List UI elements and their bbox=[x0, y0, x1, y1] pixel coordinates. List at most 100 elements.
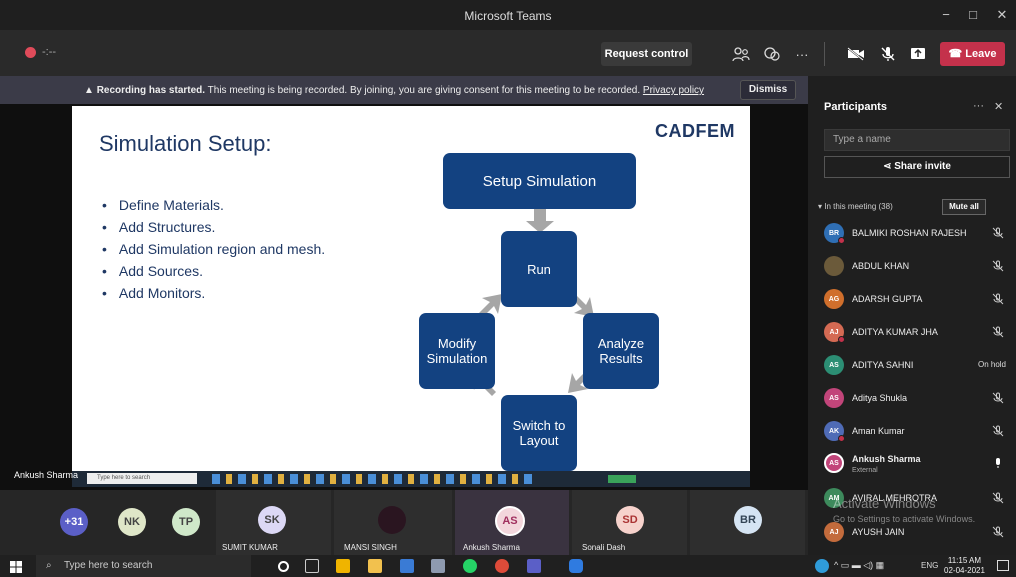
panel-close-button[interactable]: ✕ bbox=[994, 100, 1003, 113]
participant-tile[interactable]: BR bbox=[690, 490, 805, 555]
presentation-slide: Simulation Setup: CADFEM Define Material… bbox=[72, 106, 750, 471]
panel-more-button[interactable]: ··· bbox=[973, 100, 984, 112]
app-icon[interactable] bbox=[400, 559, 414, 573]
teams-icon[interactable] bbox=[527, 559, 541, 573]
participant-name: AYUSH JAIN bbox=[852, 527, 905, 537]
mic-off-icon[interactable] bbox=[876, 42, 900, 66]
participant-row[interactable]: AS ADITYA SAHNI On hold bbox=[824, 355, 1014, 377]
warning-icon: ▲ bbox=[84, 85, 94, 96]
participant-name: ADITYA KUMAR JHA bbox=[852, 327, 938, 337]
participant-row[interactable]: AJ ADITYA KUMAR JHA bbox=[824, 322, 1014, 344]
participant-name: ABDUL KHAN bbox=[852, 261, 910, 271]
avatar: AS bbox=[824, 355, 844, 375]
participant-row[interactable]: AK Aman Kumar bbox=[824, 421, 1014, 443]
flow-arrows bbox=[470, 209, 594, 396]
banner-text: This meeting is being recorded. By joini… bbox=[207, 85, 641, 96]
participant-tile[interactable]: SK SUMIT KUMAR bbox=[216, 490, 331, 555]
tile-name: SUMIT KUMAR bbox=[222, 543, 278, 552]
overflow-count: +31 bbox=[60, 508, 88, 536]
avatar: SK bbox=[258, 506, 286, 534]
overflow-tile[interactable]: +31 bbox=[48, 490, 108, 555]
participant-tile[interactable]: TP bbox=[160, 490, 215, 555]
participant-name: Ankush Sharma bbox=[852, 454, 921, 464]
language-indicator[interactable]: ENG bbox=[921, 561, 938, 570]
recording-banner: ▲ Recording has started. This meeting is… bbox=[0, 76, 808, 104]
participant-name: ADITYA SAHNI bbox=[852, 360, 914, 370]
chrome-icon[interactable] bbox=[495, 559, 509, 573]
more-actions-button[interactable]: ··· bbox=[790, 42, 814, 66]
close-window-button[interactable]: ✕ bbox=[990, 5, 1014, 25]
participant-tile[interactable]: SD Sonali Dash bbox=[572, 490, 687, 555]
windows-start-icon[interactable] bbox=[10, 560, 22, 577]
status-dot bbox=[838, 237, 845, 244]
shared-tray-badge bbox=[608, 475, 636, 483]
windows-taskbar: ⌕ Type here to search ^ ▭ ▬ ◁) ▦ ENG 11:… bbox=[0, 555, 1016, 577]
task-view-icon[interactable] bbox=[305, 559, 319, 573]
mic-muted-icon bbox=[992, 424, 1004, 442]
mic-muted-icon bbox=[992, 325, 1004, 343]
shared-search-box: Type here to search bbox=[87, 473, 197, 484]
toolbar-divider bbox=[824, 42, 825, 66]
help-icon[interactable] bbox=[815, 559, 829, 573]
mic-muted-icon bbox=[992, 491, 1004, 509]
phone-hangup-icon: ☎ bbox=[948, 48, 966, 60]
zoom-icon[interactable] bbox=[569, 559, 583, 573]
taskbar-search-box[interactable]: ⌕ Type here to search bbox=[36, 555, 251, 577]
cortana-icon[interactable] bbox=[278, 561, 289, 572]
taskbar-search-text: Type here to search bbox=[64, 560, 153, 571]
box-modify-simulation: Modify Simulation bbox=[419, 313, 495, 389]
camera-off-icon[interactable] bbox=[844, 42, 868, 66]
participant-tile-active[interactable]: AS Ankush Sharma bbox=[455, 490, 569, 555]
minimize-button[interactable]: − bbox=[934, 5, 958, 25]
participant-row[interactable]: BR BALMIKI ROSHAN RAJESH bbox=[824, 223, 1014, 245]
participant-search-input[interactable]: Type a name bbox=[824, 129, 1010, 151]
mic-muted-icon bbox=[992, 259, 1004, 277]
banner-bold: Recording has started. bbox=[96, 85, 206, 96]
participant-tile[interactable]: MANSI SINGH bbox=[334, 490, 452, 555]
mute-all-button[interactable]: Mute all bbox=[942, 199, 986, 215]
whatsapp-icon[interactable] bbox=[463, 559, 477, 573]
clock[interactable]: 11:15 AM 02-04-2021 bbox=[944, 556, 985, 576]
chat-icon[interactable] bbox=[760, 42, 784, 66]
external-label: External bbox=[852, 467, 878, 474]
share-screen-icon[interactable] bbox=[906, 42, 930, 66]
file-explorer-icon[interactable] bbox=[368, 559, 382, 573]
participants-panel: Participants ··· ✕ Type a name ⋖ Share i… bbox=[808, 76, 1016, 555]
share-invite-button[interactable]: ⋖ Share invite bbox=[824, 156, 1010, 178]
avatar: SD bbox=[616, 506, 644, 534]
privacy-policy-link[interactable]: Privacy policy bbox=[643, 85, 704, 96]
request-control-button[interactable]: Request control bbox=[601, 42, 692, 66]
in-meeting-count: In this meeting (38) bbox=[824, 202, 893, 211]
participant-tile[interactable]: NK bbox=[108, 490, 158, 555]
participants-icon[interactable] bbox=[729, 42, 753, 66]
panel-title: Participants bbox=[824, 101, 887, 113]
on-hold-status: On hold bbox=[977, 360, 1006, 369]
participant-row[interactable]: AS Aditya Shukla bbox=[824, 388, 1014, 410]
store-icon[interactable] bbox=[336, 559, 350, 573]
mic-muted-icon bbox=[992, 525, 1004, 543]
participant-row[interactable]: AJ AYUSH JAIN bbox=[824, 522, 1014, 544]
participant-row[interactable]: AS Ankush Sharma External bbox=[824, 453, 1014, 475]
system-tray-icons[interactable]: ^ ▭ ▬ ◁) ▦ bbox=[834, 560, 884, 571]
shared-taskbar-icons bbox=[212, 474, 532, 484]
notifications-icon[interactable] bbox=[997, 560, 1009, 571]
video-gallery: +31 NK TP SK SUMIT KUMAR MANSI SINGH AS … bbox=[0, 490, 808, 555]
maximize-button[interactable]: □ bbox=[961, 5, 985, 25]
meeting-timer: -:-- bbox=[42, 46, 57, 58]
avatar: AJ bbox=[824, 522, 844, 542]
participant-row[interactable]: AG ADARSH GUPTA bbox=[824, 289, 1014, 311]
calculator-icon[interactable] bbox=[431, 559, 445, 573]
banner-message: ▲ Recording has started. This meeting is… bbox=[84, 85, 704, 96]
avatar: AG bbox=[824, 289, 844, 309]
in-meeting-header[interactable]: ▾ In this meeting (38) bbox=[818, 202, 893, 211]
participant-row[interactable]: ABDUL KHAN bbox=[824, 256, 1014, 278]
dismiss-button[interactable]: Dismiss bbox=[740, 80, 796, 100]
activate-windows-watermark: Activate Windows bbox=[833, 496, 936, 511]
participant-name: ADARSH GUPTA bbox=[852, 294, 923, 304]
avatar: TP bbox=[172, 508, 200, 536]
avatar bbox=[378, 506, 406, 534]
leave-button[interactable]: ☎ Leave bbox=[940, 42, 1005, 66]
avatar: AS bbox=[824, 453, 844, 473]
clock-date: 02-04-2021 bbox=[944, 566, 985, 575]
participant-name: Aman Kumar bbox=[852, 426, 905, 436]
